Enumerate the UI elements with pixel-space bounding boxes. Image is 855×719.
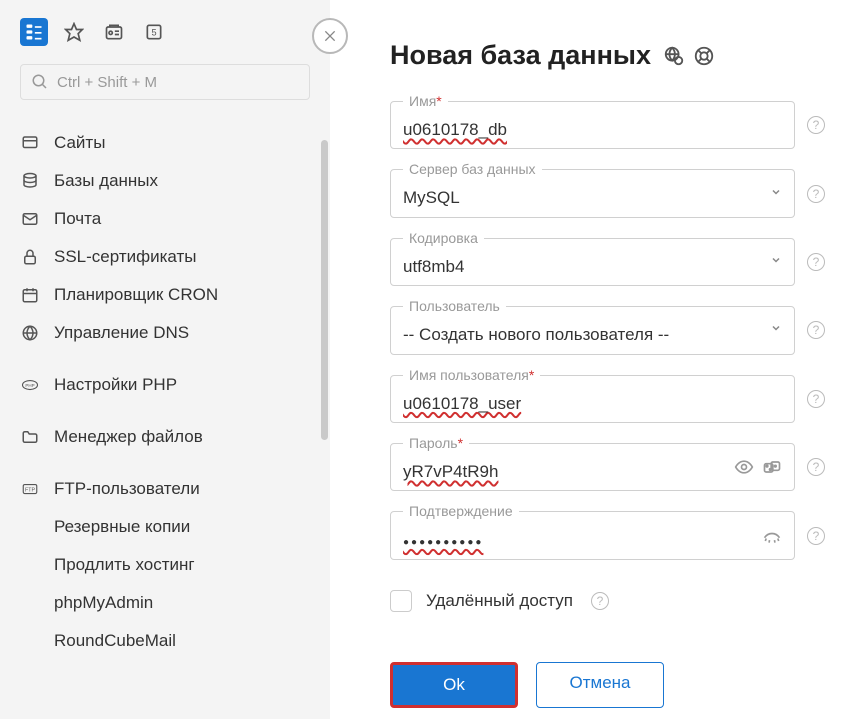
sidebar-item-phpmyadmin[interactable]: phpMyAdmin [20,584,310,622]
cancel-button[interactable]: Отмена [536,662,664,708]
encoding-label: Кодировка [403,230,484,246]
svg-text:FTP: FTP [25,487,35,493]
close-icon [322,28,338,44]
svg-text:PHP: PHP [25,383,34,388]
encoding-value: utf8mb4 [403,257,782,277]
help-icon[interactable]: ? [807,185,825,203]
user-label: Пользователь [403,298,506,314]
sidebar-item-backups[interactable]: Резервные копии [20,508,310,546]
username-field[interactable]: Имя пользователя* u0610178_user [390,375,795,423]
remote-label: Удалённый доступ [426,591,573,611]
name-field[interactable]: Имя* u0610178_db [390,101,795,149]
sidebar-item-cron[interactable]: Планировщик CRON [20,276,310,314]
scrollbar[interactable] [321,140,328,620]
help-icon[interactable]: ? [807,116,825,134]
database-icon [20,171,40,191]
search-input[interactable]: Ctrl + Shift + M [20,64,310,100]
sidebar-item-ftp[interactable]: FTP FTP-пользователи [20,470,310,508]
sidebar-label: RoundCubeMail [54,631,176,651]
sidebar-label: Менеджер файлов [54,427,203,447]
calendar-icon [20,285,40,305]
chevron-down-icon [770,185,782,203]
sidebar-item-files[interactable]: Менеджер файлов [20,418,310,456]
help-icon[interactable]: ? [807,390,825,408]
chevron-down-icon [770,321,782,339]
sidebar-label: Планировщик CRON [54,285,218,305]
svg-text:5: 5 [151,27,156,37]
top-toolbar: 5 [20,18,310,46]
sidebar-item-mail[interactable]: Почта [20,200,310,238]
page-title: Новая база данных [390,40,825,71]
help-icon[interactable]: ? [807,321,825,339]
server-value: MySQL [403,188,782,208]
sidebar-label: Сайты [54,133,105,153]
password-label: Пароль* [403,435,469,451]
count-icon[interactable]: 5 [140,18,168,46]
server-select[interactable]: Сервер баз данных MySQL [390,169,795,217]
globe-settings-icon[interactable] [663,45,685,67]
password-value: yR7vP4tR9h [403,462,498,481]
user-select[interactable]: Пользователь -- Создать нового пользоват… [390,306,795,354]
star-icon[interactable] [60,18,88,46]
help-icon[interactable]: ? [807,458,825,476]
eye-closed-icon[interactable] [762,526,782,546]
eye-icon[interactable] [734,457,754,477]
sidebar-item-php[interactable]: PHP Настройки PHP [20,366,310,404]
close-button[interactable] [312,18,348,54]
folder-icon [20,427,40,447]
chevron-down-icon [770,253,782,271]
remote-checkbox[interactable] [390,590,412,612]
sidebar-item-sites[interactable]: Сайты [20,124,310,162]
confirm-field[interactable]: Подтверждение ●●●●●●●●●● [390,511,795,559]
sites-icon [20,133,40,153]
sidebar-label: Настройки PHP [54,375,177,395]
globe-icon [20,323,40,343]
sidebar-label: Управление DNS [54,323,189,343]
sidebar-item-dns[interactable]: Управление DNS [20,314,310,352]
password-field[interactable]: Пароль* yR7vP4tR9h [390,443,795,491]
php-icon: PHP [20,375,40,395]
nav-icon-tree[interactable] [20,18,48,46]
sidebar-label: Резервные копии [54,517,190,537]
search-icon [31,73,49,91]
server-label: Сервер баз данных [403,161,542,177]
lock-icon [20,247,40,267]
username-label: Имя пользователя* [403,367,540,383]
name-label: Имя* [403,93,448,109]
username-value: u0610178_user [403,394,521,413]
help-icon[interactable]: ? [591,592,609,610]
user-value: -- Создать нового пользователя -- [403,325,782,345]
ftp-icon: FTP [20,479,40,499]
sidebar-label: Базы данных [54,171,158,191]
help-icon[interactable]: ? [807,527,825,545]
sidebar-label: phpMyAdmin [54,593,153,613]
sidebar-item-databases[interactable]: Базы данных [20,162,310,200]
sidebar-item-roundcube[interactable]: RoundCubeMail [20,622,310,660]
confirm-value: ●●●●●●●●●● [403,537,483,549]
sidebar-item-extend[interactable]: Продлить хостинг [20,546,310,584]
mail-icon [20,209,40,229]
sidebar-label: Продлить хостинг [54,555,195,575]
ok-button[interactable]: Ok [390,662,518,708]
help-icon[interactable]: ? [807,253,825,271]
badge-icon[interactable] [100,18,128,46]
sidebar-label: Почта [54,209,101,229]
name-value: u0610178_db [403,120,507,139]
sidebar-label: SSL-сертификаты [54,247,197,267]
confirm-label: Подтверждение [403,503,519,519]
search-placeholder: Ctrl + Shift + M [57,74,157,91]
sidebar-item-ssl[interactable]: SSL-сертификаты [20,238,310,276]
encoding-select[interactable]: Кодировка utf8mb4 [390,238,795,286]
lifesaver-icon[interactable] [693,45,715,67]
dice-icon[interactable] [762,457,782,477]
sidebar-label: FTP-пользователи [54,479,200,499]
